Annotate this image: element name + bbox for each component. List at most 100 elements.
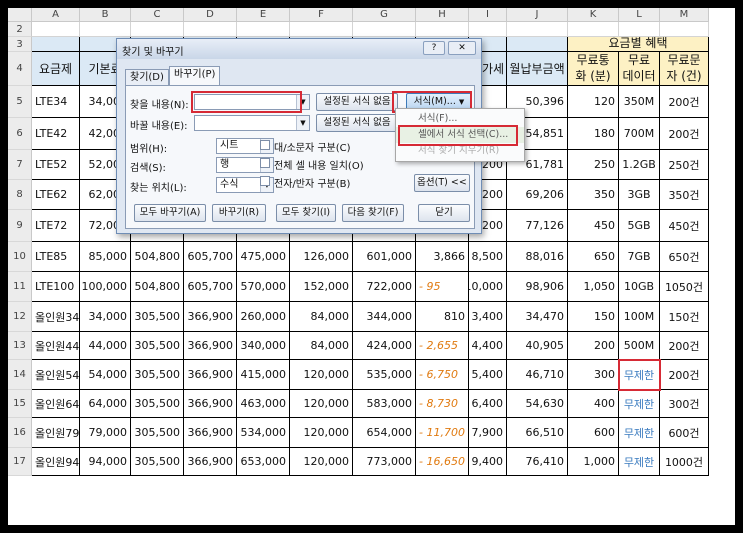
row-header-2[interactable]: 2	[8, 22, 32, 37]
table-cell[interactable]: 120,000	[290, 448, 353, 476]
table-cell[interactable]: 10GB	[619, 272, 660, 302]
table-cell[interactable]: 무제한	[619, 390, 660, 418]
table-cell[interactable]: 76,410	[507, 448, 568, 476]
table-header-cell[interactable]: 월납부금액	[507, 52, 568, 86]
table-cell[interactable]: 152,000	[290, 272, 353, 302]
column-header-h[interactable]: H	[416, 8, 469, 22]
table-cell[interactable]: 120,000	[290, 418, 353, 448]
table-cell[interactable]: LTE85	[32, 242, 80, 272]
row-header-5[interactable]: 5	[8, 86, 32, 118]
row-header-9[interactable]: 9	[8, 210, 32, 242]
table-cell[interactable]: 535,000	[353, 360, 416, 390]
row-header-12[interactable]: 12	[8, 302, 32, 332]
table-cell[interactable]: LTE52	[32, 150, 80, 180]
row-header-16[interactable]: 16	[8, 418, 32, 448]
table-cell[interactable]: 올인원54	[32, 360, 80, 390]
table-cell[interactable]: LTE42	[32, 118, 80, 150]
table-cell[interactable]: 260,000	[237, 302, 290, 332]
column-header-m[interactable]: M	[660, 8, 709, 22]
replace-with-input[interactable]: ▼	[194, 115, 310, 131]
table-cell[interactable]: 350건	[660, 180, 709, 210]
table-cell[interactable]: 305,500	[131, 448, 184, 476]
table-cell[interactable]: 34,000	[80, 302, 131, 332]
find-next-button[interactable]: 다음 찾기(F)	[342, 204, 404, 222]
help-button[interactable]: ?	[423, 41, 445, 55]
table-cell[interactable]: 305,500	[131, 332, 184, 360]
table-cell[interactable]: 84,000	[290, 302, 353, 332]
table-cell[interactable]: LTE62	[32, 180, 80, 210]
table-cell[interactable]: 650건	[660, 242, 709, 272]
column-header-k[interactable]: K	[568, 8, 619, 22]
table-cell[interactable]: 450	[568, 210, 619, 242]
table-cell[interactable]: 450건	[660, 210, 709, 242]
table-cell[interactable]: 366,900	[184, 418, 237, 448]
table-cell[interactable]: 300	[568, 360, 619, 390]
table-cell[interactable]: 500M	[619, 332, 660, 360]
find-all-button[interactable]: 모두 찾기(I)	[276, 204, 336, 222]
table-cell[interactable]: - 8,730	[416, 390, 469, 418]
table-cell[interactable]: 650	[568, 242, 619, 272]
table-cell[interactable]: 366,900	[184, 302, 237, 332]
table-cell[interactable]: - 11,700	[416, 418, 469, 448]
table-header-cell[interactable]	[32, 37, 80, 52]
column-header-l[interactable]: L	[619, 8, 660, 22]
table-cell[interactable]: 200건	[660, 86, 709, 118]
table-cell[interactable]: 85,000	[80, 242, 131, 272]
column-header-a[interactable]: A	[32, 8, 80, 22]
table-cell[interactable]: 654,000	[353, 418, 416, 448]
table-cell[interactable]: 무제한	[619, 448, 660, 476]
table-cell[interactable]: 200건	[660, 360, 709, 390]
table-cell[interactable]: 3,400	[469, 302, 507, 332]
table-cell[interactable]: 79,000	[80, 418, 131, 448]
table-cell[interactable]: - 16,650	[416, 448, 469, 476]
table-cell[interactable]: 34,470	[507, 302, 568, 332]
table-cell[interactable]: 534,000	[237, 418, 290, 448]
table-cell[interactable]: 9,400	[469, 448, 507, 476]
table-cell[interactable]: 올인원44	[32, 332, 80, 360]
table-header-cell[interactable]: 요금제	[32, 52, 80, 86]
table-cell[interactable]: 200	[568, 332, 619, 360]
table-cell[interactable]: LTE72	[32, 210, 80, 242]
table-cell[interactable]: 150건	[660, 302, 709, 332]
table-cell[interactable]: LTE100	[32, 272, 80, 302]
table-cell[interactable]: 120	[568, 86, 619, 118]
table-cell[interactable]: 600건	[660, 418, 709, 448]
options-button[interactable]: 옵션(T) <<	[414, 174, 470, 192]
table-cell[interactable]: 5,400	[469, 360, 507, 390]
table-cell[interactable]: 305,500	[131, 302, 184, 332]
table-cell[interactable]: 4,400	[469, 332, 507, 360]
table-cell[interactable]: 1,050	[568, 272, 619, 302]
match-byte-checkbox[interactable]	[260, 176, 270, 186]
cell[interactable]	[469, 22, 507, 37]
table-cell[interactable]: 7,900	[469, 418, 507, 448]
table-cell[interactable]: 180	[568, 118, 619, 150]
table-cell[interactable]: 10,000	[469, 272, 507, 302]
table-cell[interactable]: 3,866	[416, 242, 469, 272]
tab-find[interactable]: 찾기(D)	[125, 69, 169, 85]
table-cell[interactable]: 올인원79	[32, 418, 80, 448]
cell[interactable]	[32, 22, 80, 37]
table-cell[interactable]: 700M	[619, 118, 660, 150]
column-header-j[interactable]: J	[507, 8, 568, 22]
table-cell[interactable]: 40,905	[507, 332, 568, 360]
table-header-cell[interactable]: 무료 데이터	[619, 52, 660, 86]
table-cell[interactable]: 305,500	[131, 418, 184, 448]
menu-item-choose-format-from-cell[interactable]: 셀에서 서식 선택(C)...	[396, 127, 524, 143]
column-header-f[interactable]: F	[290, 8, 353, 22]
replace-all-button[interactable]: 모두 바꾸기(A)	[134, 204, 206, 222]
cell[interactable]	[416, 22, 469, 37]
row-header-15[interactable]: 15	[8, 390, 32, 418]
table-cell[interactable]: 1000건	[660, 448, 709, 476]
table-cell[interactable]: 400	[568, 390, 619, 418]
table-cell[interactable]: 200건	[660, 332, 709, 360]
row-header-6[interactable]: 6	[8, 118, 32, 150]
column-header-g[interactable]: G	[353, 8, 416, 22]
table-cell[interactable]: 1050건	[660, 272, 709, 302]
table-cell[interactable]: 100,000	[80, 272, 131, 302]
table-cell[interactable]: 475,000	[237, 242, 290, 272]
table-cell[interactable]: 250건	[660, 150, 709, 180]
chevron-down-icon[interactable]: ▼	[296, 95, 309, 109]
column-header-i[interactable]: I	[469, 8, 507, 22]
column-header-c[interactable]: C	[131, 8, 184, 22]
cell[interactable]	[353, 22, 416, 37]
